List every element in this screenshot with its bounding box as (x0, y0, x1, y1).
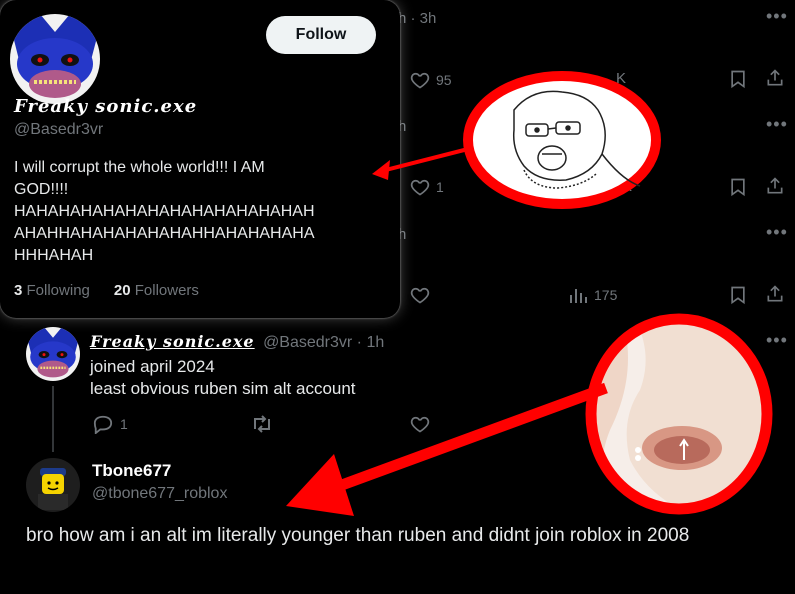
more-icon[interactable]: ••• (766, 222, 788, 243)
like-count: 95 (436, 72, 452, 88)
profile-hover-card: Follow Freaky sonic.exe @Basedr3vr I wil… (0, 0, 400, 318)
follow-button[interactable]: Follow (266, 16, 376, 54)
heart-icon[interactable] (410, 285, 430, 305)
tweet-text-line: least obvious ruben sim alt account (90, 379, 356, 398)
like-count: 1 (436, 179, 444, 195)
handle-time[interactable]: @Basedr3vr · 1h (263, 334, 384, 351)
tweet-text: bro how am i an alt im literally younger… (26, 525, 690, 546)
views-count: K (622, 178, 633, 195)
avatar[interactable] (10, 14, 100, 104)
share-icon[interactable] (765, 176, 785, 196)
reply-icon (92, 414, 114, 434)
followers-count: 20 (113, 282, 131, 299)
tweet-text: joined april 2024 least obvious ruben si… (90, 356, 356, 400)
more-icon[interactable]: ••• (766, 6, 788, 27)
bio-line: AHAHHAHAHAHAHAHAHHAHAHAHAHA (14, 225, 315, 242)
bio-line: I will corrupt the whole world!!! I AM (14, 159, 265, 176)
bio-line: HAHAHAHAHAHAHAHAHAHAHAHAHAH (14, 203, 315, 220)
bookmark-icon[interactable] (728, 285, 748, 305)
bio-line: GOD!!!! (14, 181, 69, 198)
bookmark-icon[interactable] (728, 177, 748, 197)
heart-icon (410, 70, 430, 90)
follow-stats: 3 Following 20 Followers (14, 282, 199, 299)
heart-icon[interactable] (410, 414, 430, 434)
following-label: Following (26, 282, 90, 299)
display-name[interactable]: Freaky sonic.exe (90, 332, 255, 351)
views-count: K (616, 70, 627, 87)
following-count: 3 (14, 282, 23, 299)
following-link[interactable]: 3 Following (14, 282, 90, 299)
thread-connector (52, 386, 54, 452)
retweet-icon[interactable] (250, 414, 274, 434)
like-button[interactable]: 1 (410, 177, 444, 197)
more-icon[interactable]: ••• (766, 114, 788, 135)
share-icon[interactable] (765, 284, 785, 304)
mouth-circle (580, 310, 778, 518)
tweet-time: h · 3h (398, 10, 437, 27)
followers-link[interactable]: 20 Followers (114, 282, 199, 299)
display-name[interactable]: Tbone677 (92, 461, 171, 481)
avatar[interactable] (26, 458, 80, 512)
bookmark-icon[interactable] (728, 69, 748, 89)
tweet-header: Freaky sonic.exe @Basedr3vr · 1h (90, 332, 384, 352)
heart-icon (410, 177, 430, 197)
display-name[interactable]: Freaky sonic.exe (14, 96, 197, 117)
views-icon (568, 286, 588, 304)
like-button[interactable]: 95 (410, 70, 452, 90)
tweet-text-line: joined april 2024 (90, 357, 215, 376)
bio-line: HHHAHAH (14, 247, 94, 264)
reply-button[interactable]: 1 (92, 414, 128, 434)
avatar[interactable] (26, 327, 80, 381)
share-icon[interactable] (765, 68, 785, 88)
handle[interactable]: @Basedr3vr (14, 121, 103, 139)
views-count: 175 (594, 287, 618, 303)
views-button[interactable]: 175 (568, 286, 617, 304)
soyjak-face-icon (512, 90, 641, 189)
bio: I will corrupt the whole world!!! I AM G… (14, 157, 394, 267)
followers-label: Followers (134, 282, 199, 299)
handle[interactable]: @tbone677_roblox (92, 485, 227, 503)
more-icon[interactable]: ••• (766, 330, 788, 351)
reply-count: 1 (120, 416, 128, 432)
